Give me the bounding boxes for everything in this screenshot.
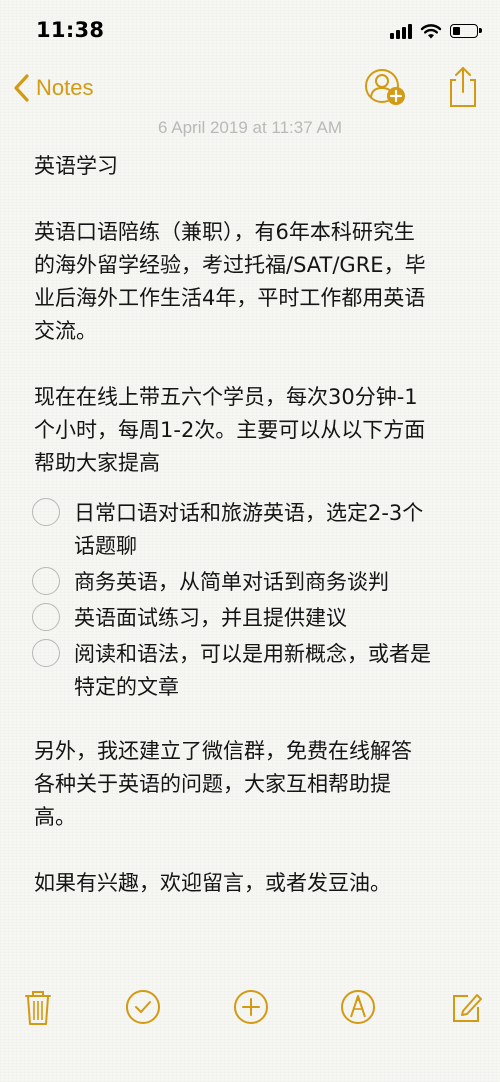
checklist-item: 日常口语对话和旅游英语，选定2-3个 话题聊 — [32, 497, 474, 563]
text-line: 个小时，每周1-2次。主要可以从以下方面 — [34, 418, 426, 442]
text-line: 商务英语，从简单对话到商务谈判 — [74, 570, 389, 594]
text-line: 高。 — [34, 805, 76, 829]
status-icons — [390, 18, 482, 44]
wifi-icon — [420, 24, 442, 39]
text-line: 特定的文章 — [74, 675, 179, 699]
compose-button[interactable] — [446, 987, 486, 1027]
text-line: 英语面试练习，并且提供建议 — [74, 606, 347, 630]
compose-icon — [453, 994, 482, 1022]
checkbox-circle-icon[interactable] — [32, 498, 60, 526]
checklist-icon — [126, 990, 160, 1024]
checklist-item: 商务英语，从简单对话到商务谈判 — [32, 566, 474, 599]
checklist-button[interactable] — [123, 987, 163, 1027]
text-line: 日常口语对话和旅游英语，选定2-3个 — [74, 501, 424, 525]
text-line: 现在在线上带五六个学员，每次30分钟-1 — [34, 385, 418, 409]
intro-paragraph: 英语口语陪练（兼职），有6年本科研究生 的海外留学经验，考过托福/SAT/GRE… — [34, 216, 474, 348]
text-line: 交流。 — [34, 319, 97, 343]
text-line: 话题聊 — [74, 534, 137, 558]
text-line: 阅读和语法，可以是用新概念，或者是 — [74, 642, 431, 666]
text-line: 帮助大家提高 — [34, 451, 160, 475]
back-button[interactable]: Notes — [12, 68, 93, 108]
bottom-toolbar — [0, 982, 500, 1032]
checklist-item-text: 英语面试练习，并且提供建议 — [74, 602, 474, 635]
checkbox-circle-icon[interactable] — [32, 639, 60, 667]
note-title: 英语学习 — [34, 154, 118, 178]
checklist-item-text: 阅读和语法，可以是用新概念，或者是 特定的文章 — [74, 638, 474, 704]
note-body[interactable]: 英语学习 英语口语陪练（兼职），有6年本科研究生 的海外留学经验，考过托福/SA… — [32, 150, 474, 900]
status-time: 11:38 — [36, 18, 105, 42]
status-bar: 11:38 — [0, 0, 500, 60]
text-line: 各种关于英语的问题，大家互相帮助提 — [34, 772, 391, 796]
text-line: 的海外留学经验，考过托福/SAT/GRE，毕 — [34, 253, 426, 277]
checkbox-circle-icon[interactable] — [32, 603, 60, 631]
checklist: 日常口语对话和旅游英语，选定2-3个 话题聊 商务英语，从简单对话到商务谈判 英… — [32, 497, 474, 704]
note-date: 6 April 2019 at 11:37 AM — [158, 118, 342, 137]
current-paragraph: 现在在线上带五六个学员，每次30分钟-1 个小时，每周1-2次。主要可以从以下方… — [34, 381, 474, 480]
closing-line: 如果有兴趣，欢迎留言，或者发豆油。 — [34, 871, 391, 895]
home-indicator — [180, 1069, 320, 1074]
markup-icon — [341, 990, 375, 1024]
text-line: 英语口语陪练（兼职），有6年本科研究生 — [34, 220, 415, 244]
signal-icon — [390, 23, 412, 39]
checkbox-circle-icon[interactable] — [32, 567, 60, 595]
share-icon — [450, 67, 476, 107]
checklist-item: 阅读和语法，可以是用新概念，或者是 特定的文章 — [32, 638, 474, 704]
battery-icon — [450, 24, 482, 38]
share-button[interactable] — [444, 64, 482, 110]
text-line: 另外，我还建立了微信群，免费在线解答 — [34, 739, 412, 763]
text-line: 业后海外工作生活4年，平时工作都用英语 — [34, 286, 426, 310]
add-person-button[interactable] — [362, 66, 410, 110]
back-button-label: Notes — [36, 75, 94, 100]
trash-icon — [25, 991, 51, 1025]
checklist-item: 英语面试练习，并且提供建议 — [32, 602, 474, 635]
add-icon — [234, 990, 268, 1024]
wechat-paragraph: 另外，我还建立了微信群，免费在线解答 各种关于英语的问题，大家互相帮助提 高。 — [34, 735, 474, 834]
nav-bar: Notes — [0, 60, 500, 116]
checklist-item-text: 日常口语对话和旅游英语，选定2-3个 话题聊 — [74, 497, 474, 563]
add-person-icon — [365, 69, 405, 105]
delete-button[interactable] — [18, 987, 58, 1027]
chevron-left-icon — [14, 74, 29, 102]
markup-button[interactable] — [338, 987, 378, 1027]
checklist-item-text: 商务英语，从简单对话到商务谈判 — [74, 566, 474, 599]
add-button[interactable] — [231, 987, 271, 1027]
